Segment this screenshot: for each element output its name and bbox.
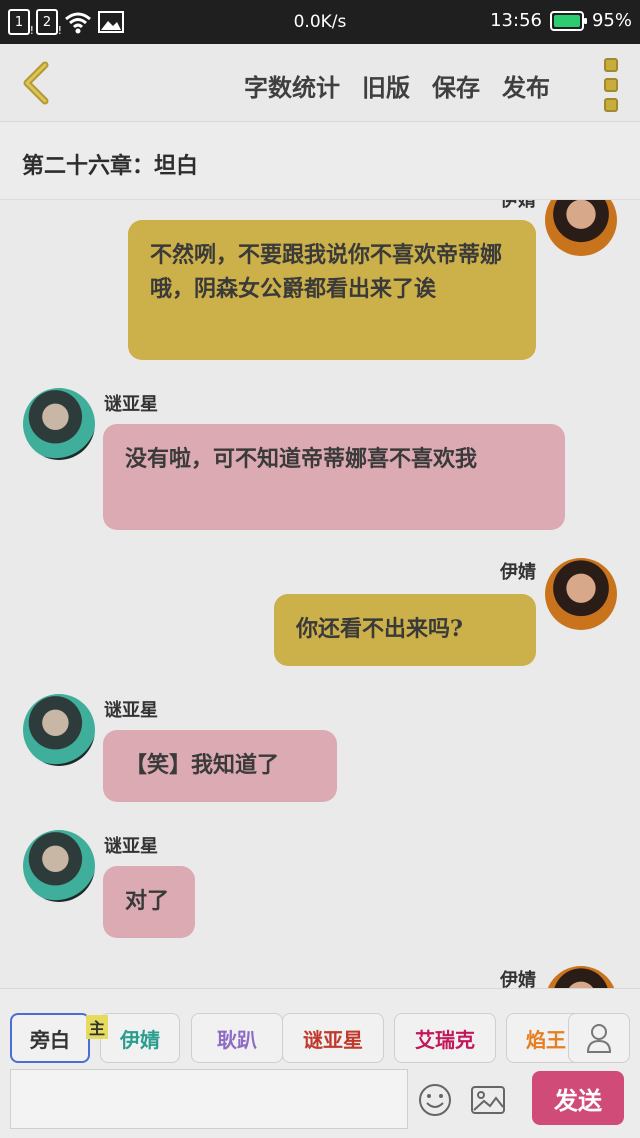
send-button[interactable]: 发送 <box>532 1071 624 1125</box>
chevron-left-icon <box>23 61 49 105</box>
chapter-title: 第二十六章：坦白 <box>0 122 640 200</box>
speaker-name: 伊婧 <box>500 970 536 988</box>
avatar[interactable] <box>545 200 617 256</box>
image-icon <box>471 1086 505 1114</box>
person-icon <box>586 1024 612 1053</box>
message-bubble[interactable]: 没有啦，可不知道帝蒂娜喜不喜欢我 <box>103 424 565 530</box>
message-bubble[interactable]: 【笑】我知道了 <box>103 730 337 802</box>
clock: 13:56 <box>490 10 542 31</box>
speaker-name: 伊婧 <box>500 200 536 211</box>
back-button[interactable] <box>16 60 56 106</box>
battery-icon <box>549 10 587 31</box>
message-bubble[interactable]: 对了 <box>103 866 195 938</box>
emoji-button[interactable] <box>418 1083 452 1117</box>
avatar[interactable] <box>23 830 95 902</box>
avatar[interactable] <box>23 694 95 766</box>
speaker-name: 谜亚星 <box>104 394 158 415</box>
battery-percent: 95% <box>591 10 632 31</box>
more-menu-icon[interactable] <box>604 58 618 112</box>
character-chip-eric[interactable]: 艾瑞克 <box>394 1013 496 1063</box>
character-chip-miyaxing[interactable]: 谜亚星 <box>282 1013 384 1063</box>
message-bubble[interactable]: 你还看不出来吗? <box>274 594 536 666</box>
smiley-icon <box>419 1084 451 1116</box>
status-bar: 1 2 0.0K/s 13:56 95% <box>0 0 640 44</box>
avatar[interactable] <box>545 558 617 630</box>
image-button[interactable] <box>470 1083 506 1117</box>
character-chip-yijing[interactable]: 伊婧 <box>100 1013 180 1063</box>
message-bubble[interactable]: 不然咧，不要跟我说你不喜欢帝蒂娜哦，阴森女公爵都看出来了诶 <box>128 220 536 360</box>
avatar[interactable] <box>545 966 617 988</box>
main-character-badge: 主 <box>86 1015 108 1039</box>
speaker-name: 谜亚星 <box>104 836 158 857</box>
word-count-button[interactable]: 字数统计 <box>244 68 340 103</box>
save-button[interactable]: 保存 <box>432 68 480 103</box>
compose-panel: 旁白 伊婧 耿趴 谜亚星 艾瑞克 焰王 主 发送 <box>0 988 640 1138</box>
avatar[interactable] <box>23 388 95 460</box>
editor-header: 字数统计 旧版 保存 发布 <box>0 44 640 122</box>
manage-characters-button[interactable] <box>568 1013 630 1063</box>
chat-list[interactable]: 伊婧 不然咧，不要跟我说你不喜欢帝蒂娜哦，阴森女公爵都看出来了诶 谜亚星 没有啦… <box>0 200 640 988</box>
old-version-button[interactable]: 旧版 <box>362 68 410 103</box>
speaker-name: 谜亚星 <box>104 700 158 721</box>
message-input[interactable] <box>10 1069 408 1129</box>
character-chip-gengpa[interactable]: 耿趴 <box>191 1013 283 1063</box>
character-chip-narrator[interactable]: 旁白 <box>10 1013 90 1063</box>
speaker-name: 伊婧 <box>500 562 536 583</box>
publish-button[interactable]: 发布 <box>502 68 550 103</box>
